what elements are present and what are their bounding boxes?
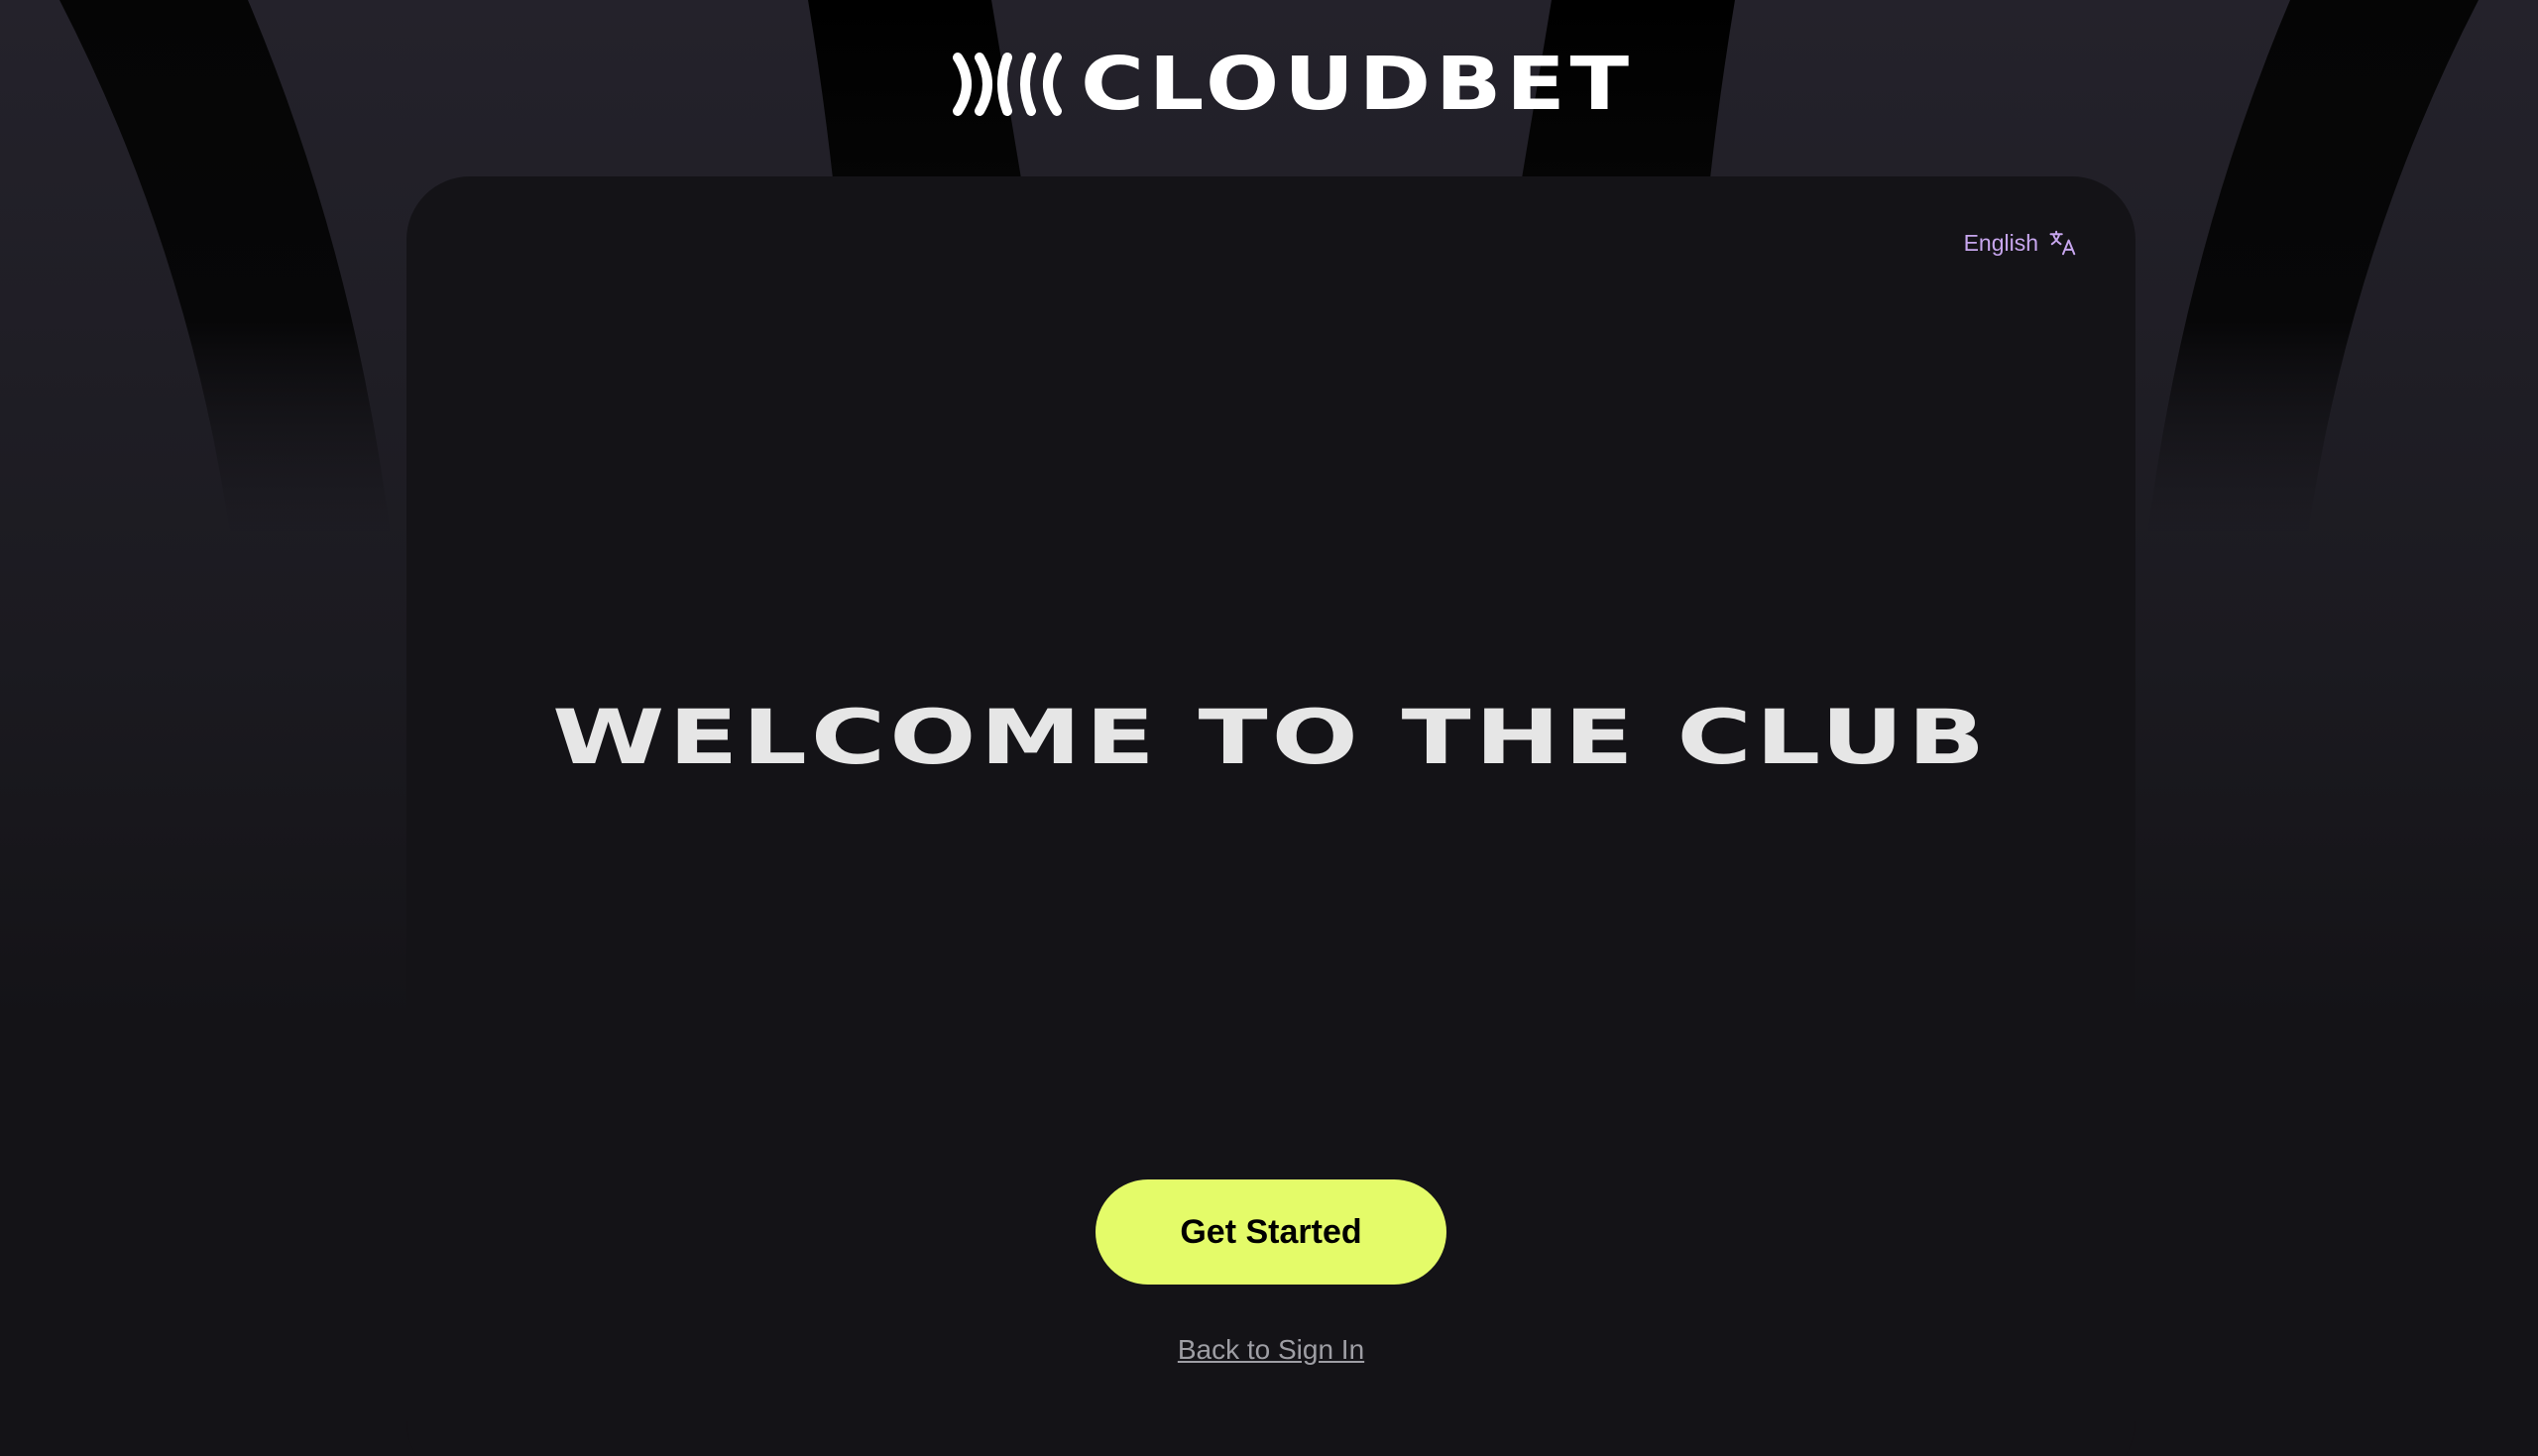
back-to-sign-in-link[interactable]: Back to Sign In: [406, 1334, 2135, 1366]
language-selector[interactable]: English: [1964, 228, 2078, 258]
back-to-sign-in-label: Back to Sign In: [1177, 1334, 1365, 1365]
welcome-headline: WELCOME TO THE CLUB: [406, 700, 2135, 775]
get-started-button[interactable]: Get Started: [1096, 1179, 1446, 1285]
brand-name: CLOUDBET: [1081, 42, 1634, 127]
welcome-headline-text: WELCOME TO THE CLUB: [552, 693, 1990, 781]
page-background: CLOUDBET English WELCOME TO THE CLUB Get…: [0, 0, 2538, 1456]
cloudbet-logo[interactable]: CLOUDBET: [952, 40, 1629, 129]
translate-icon: [2049, 230, 2076, 256]
language-label: English: [1963, 229, 2038, 256]
cloudbet-brackets-logo-icon: [953, 53, 1062, 116]
welcome-card: English WELCOME TO THE CLUB Get Started …: [406, 176, 2135, 1456]
